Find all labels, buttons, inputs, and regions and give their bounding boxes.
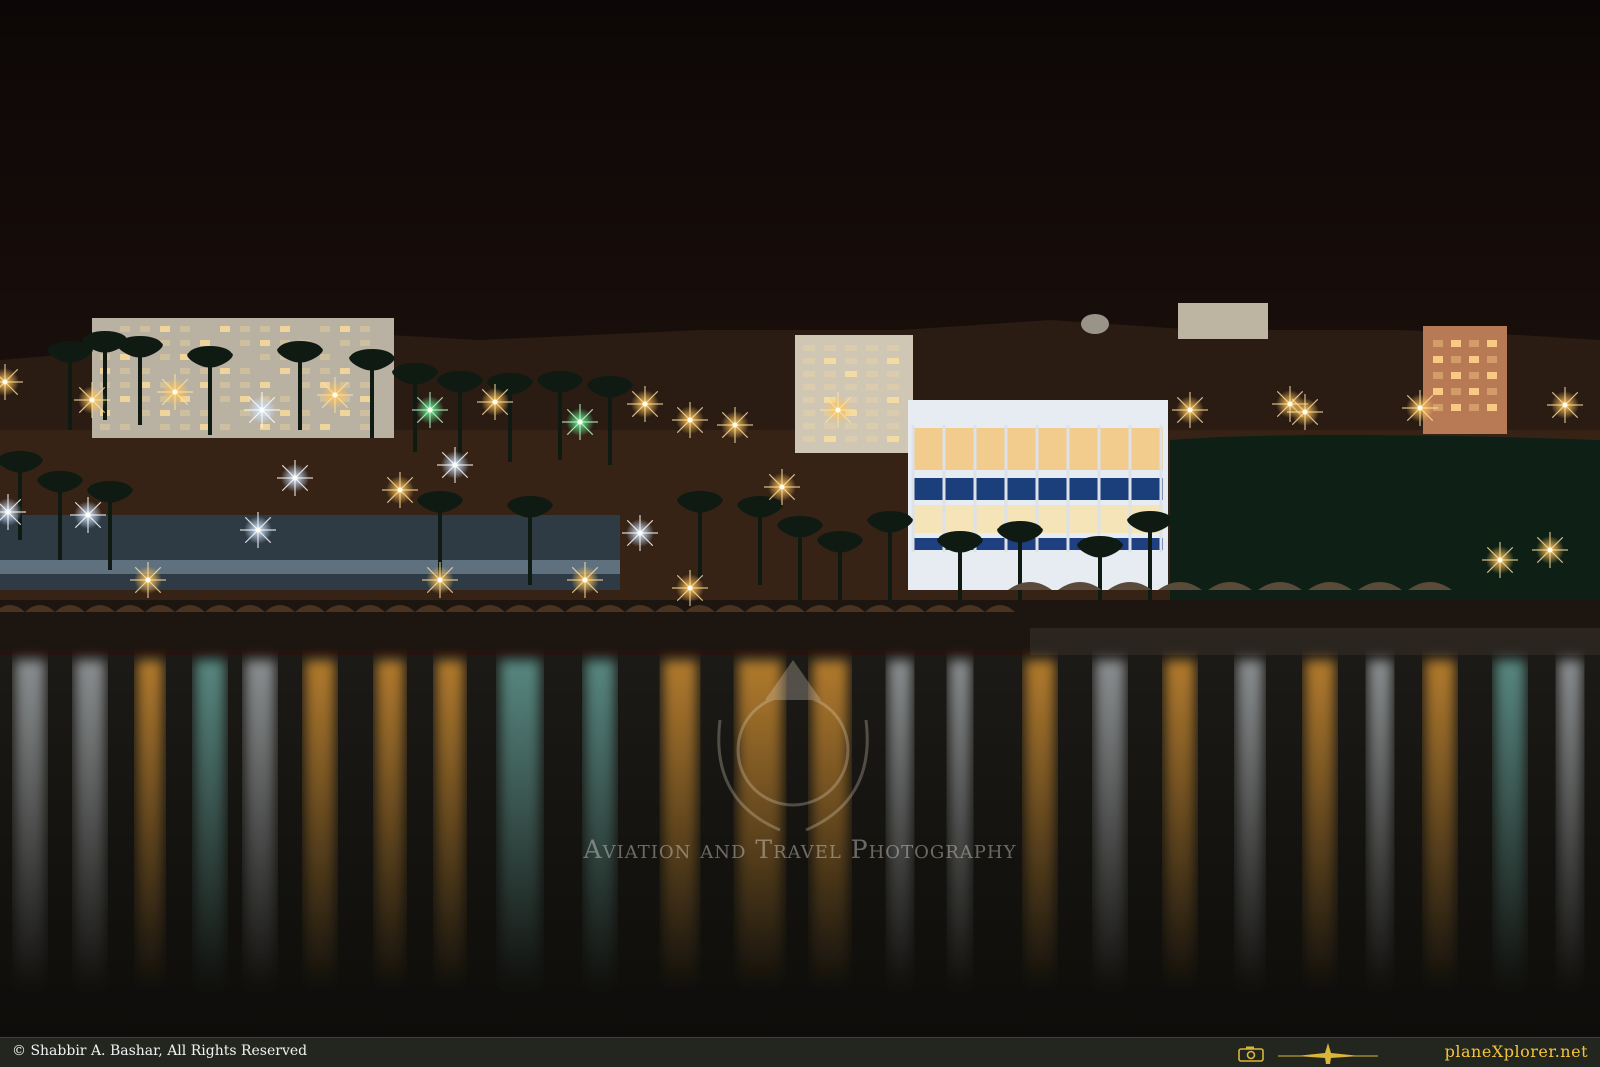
copyright-notice: © Shabbir A. Bashar, All Rights Reserved — [12, 1043, 308, 1059]
camera-icon — [1238, 1046, 1264, 1062]
middle-apartment-building — [795, 335, 913, 453]
watermark-text: Aviation and Travel Photography — [583, 835, 1017, 864]
brand-logo: planeXplorer.net — [1444, 1042, 1588, 1061]
airplane-icon — [1278, 1043, 1378, 1064]
right-tower-building — [1423, 326, 1507, 434]
night-harbour-photo — [0, 0, 1600, 1037]
palm-grove — [1170, 435, 1600, 600]
observatory-dome — [1081, 314, 1109, 334]
harbour-pier — [1030, 628, 1600, 658]
left-apartment-building — [92, 318, 394, 438]
photo-scene — [0, 0, 1600, 1037]
footer-bar: © Shabbir A. Bashar, All Rights Reserved… — [0, 1037, 1600, 1067]
main-white-building — [908, 400, 1168, 590]
hilltop-building — [1178, 303, 1268, 339]
